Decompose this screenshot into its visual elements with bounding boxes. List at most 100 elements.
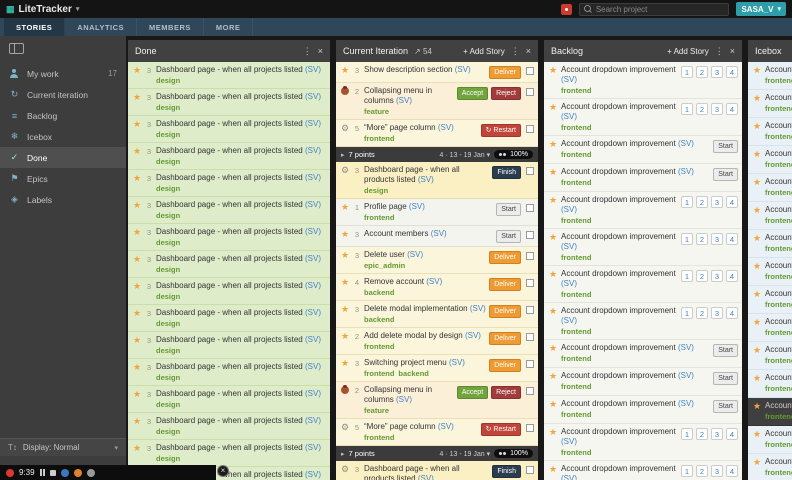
story-row[interactable]: 2 Collapsing menu in columns (SV) feature A… [336,83,538,120]
estimate-button[interactable]: 2 [696,270,708,282]
story-label[interactable]: frontend [561,86,591,95]
add-story-button[interactable]: + Add Story [463,47,505,56]
estimate-button[interactable]: 4 [726,196,738,208]
story-row[interactable]: ★Account dropdown improvement (SV) fronte… [544,136,742,164]
start-button[interactable]: Start [496,203,521,216]
story-checkbox[interactable] [526,125,534,133]
story-label[interactable]: frontend [364,369,394,378]
story-label[interactable]: frontend [765,272,792,281]
sidebar-collapse-icon[interactable] [9,43,24,54]
kebab-menu-icon[interactable]: ⋮ [303,46,312,57]
avatar[interactable]: SASA_V ▾ [736,2,786,16]
story-label[interactable]: design [156,157,180,166]
add-story-button[interactable]: + Add Story [667,47,709,56]
story-row[interactable]: ★Account dropdown improvement (SV) fronte… [748,202,792,230]
start-button[interactable]: Start [713,400,738,413]
story-epic-tag[interactable]: (SV) [305,65,321,74]
story-epic-tag[interactable]: (SV) [305,389,321,398]
story-row[interactable]: ★ 3 Dashboard page - when all projects lis… [128,332,330,359]
estimate-button[interactable]: 3 [711,428,723,440]
story-row[interactable]: ★ 3 Dashboard page - when all projects lis… [128,359,330,386]
sidebar-item-done[interactable]: ✓ Done [0,147,126,168]
story-label[interactable]: frontend [364,134,394,143]
estimate-button[interactable]: 3 [711,270,723,282]
estimate-button[interactable]: 1 [681,307,693,319]
estimate-button[interactable]: 4 [726,270,738,282]
story-epic-tag[interactable]: (SV) [418,175,434,184]
story-row[interactable]: ★Account dropdown improvement (SV) fronte… [748,146,792,174]
story-label[interactable]: design [156,454,180,463]
story-label[interactable]: design [156,130,180,139]
story-row[interactable]: ★ 3 Dashboard page - when all projects lis… [128,440,330,467]
story-checkbox[interactable] [526,279,534,287]
estimate-button[interactable]: 4 [726,428,738,440]
story-epic-tag[interactable]: (SV) [407,250,423,259]
estimate-button[interactable]: 1 [681,428,693,440]
story-row[interactable]: ⚙ 3 Dashboard page - when all products lis… [336,461,538,480]
story-epic-tag[interactable]: (SV) [418,474,434,480]
stop-icon[interactable] [49,469,56,476]
tab-more[interactable]: MORE [204,18,254,36]
story-label[interactable]: design [156,319,180,328]
estimate-button[interactable]: 2 [696,428,708,440]
story-epic-tag[interactable]: (SV) [678,399,694,408]
estimate-button[interactable]: 4 [726,233,738,245]
story-row[interactable]: ★ 3 Dashboard page - when all projects lis… [128,143,330,170]
story-epic-tag[interactable]: (SV) [305,281,321,290]
story-label[interactable]: design [156,211,180,220]
story-label[interactable]: frontend [561,448,591,457]
story-label[interactable]: backend [398,369,428,378]
start-button[interactable]: Start [713,372,738,385]
kebab-menu-icon[interactable]: ⋮ [511,46,520,57]
story-epic-tag[interactable]: (SV) [561,205,577,214]
story-row[interactable]: ★Account dropdown improvement (SV) fronte… [748,342,792,370]
close-column-icon[interactable]: × [730,46,735,56]
story-row[interactable]: ★Account dropdown improvement (SV) fronte… [544,396,742,424]
finish-button[interactable]: Finish [492,465,521,478]
estimate-button[interactable]: 3 [711,465,723,477]
story-epic-tag[interactable]: (SV) [409,202,425,211]
story-label[interactable]: frontend [561,150,591,159]
display-control[interactable]: T↕ Display: Normal ▾ [0,438,126,456]
story-label[interactable]: frontend [765,384,792,393]
story-epic-tag[interactable]: (SV) [455,65,471,74]
story-row[interactable]: ★ 3 Dashboard page - when all projects lis… [128,251,330,278]
sidebar-item-current-iteration[interactable]: ↻ Current iteration [0,84,126,105]
story-row[interactable]: ★ 3 Account members (SV) Start [336,226,538,247]
deliver-button[interactable]: Deliver [489,359,521,372]
reject-button[interactable]: Reject [491,87,521,100]
story-label[interactable]: design [156,184,180,193]
story-label[interactable]: frontend [765,76,792,85]
restart-button[interactable]: ↻ Restart [480,423,521,436]
story-row[interactable]: ★Account dropdown improvement (SV) fronte… [544,192,742,229]
app-icon[interactable] [73,468,82,477]
story-row[interactable]: ★Account dropdown improvement (SV) fronte… [748,314,792,342]
story-epic-tag[interactable]: (SV) [426,277,442,286]
story-epic-tag[interactable]: (SV) [561,112,577,121]
story-label[interactable]: frontend [364,213,394,222]
story-row[interactable]: ★ 3 Show description section (SV) Deliver [336,62,538,83]
story-label[interactable]: frontend [561,178,591,187]
start-button[interactable]: Start [713,168,738,181]
accept-button[interactable]: Accept [456,386,489,399]
story-label[interactable]: frontend [765,244,792,253]
story-label[interactable]: design [156,346,180,355]
story-label[interactable]: frontend [561,253,591,262]
story-label[interactable]: backend [364,288,394,297]
tab-analytics[interactable]: ANALYTICS [65,18,138,36]
story-checkbox[interactable] [526,167,534,175]
story-checkbox[interactable] [526,252,534,260]
story-label[interactable]: frontend [765,440,792,449]
story-row[interactable]: ★ 3 Dashboard page - when all projects lis… [128,305,330,332]
story-row[interactable]: ★Account dropdown improvement (SV) fronte… [544,229,742,266]
estimate-button[interactable]: 3 [711,196,723,208]
close-column-icon[interactable]: × [526,46,531,56]
story-label[interactable]: frontend [561,354,591,363]
close-column-icon[interactable]: × [318,46,323,56]
story-epic-tag[interactable]: (SV) [561,75,577,84]
story-epic-tag[interactable]: (SV) [561,474,577,480]
story-label[interactable]: frontend [561,327,591,336]
iteration-date[interactable]: 4 · 13 - 19 Jan ▾ [439,151,490,159]
story-label[interactable]: feature [364,406,389,415]
restart-button[interactable]: ↻ Restart [480,124,521,137]
